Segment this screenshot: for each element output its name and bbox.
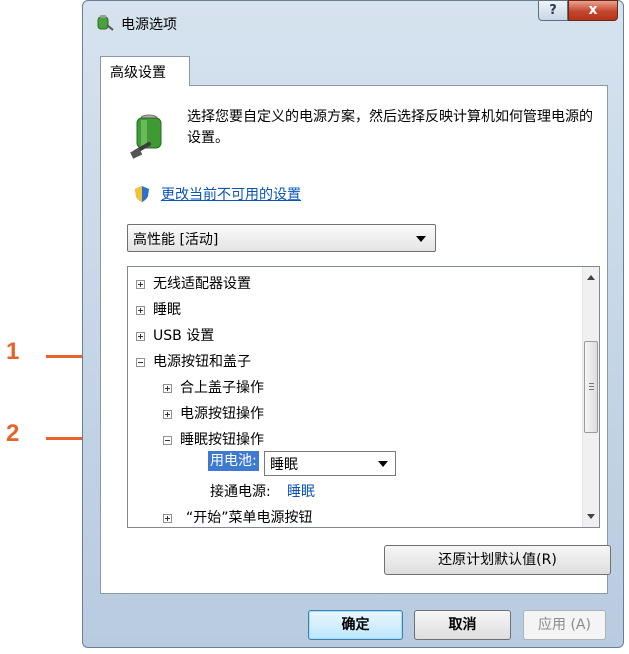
cancel-button[interactable]: 取消 [414, 610, 511, 640]
apply-button[interactable]: 应用 (A) [523, 610, 606, 640]
power-plan-value: 高性能 [活动] [133, 232, 219, 248]
intro-text: 选择您要自定义的电源方案，然后选择反映计算机如何管理电源的设置。 [187, 109, 593, 146]
power-options-window: 电源选项 ? x 高级设置 选择您要自定义的电源方案，然后选择反映计算机如何管理… [82, 0, 624, 648]
expand-icon[interactable] [163, 410, 172, 419]
ok-button[interactable]: 确定 [308, 610, 403, 640]
chevron-down-icon [378, 461, 388, 467]
expand-icon[interactable] [136, 306, 145, 315]
expand-icon[interactable] [136, 332, 145, 341]
change-settings-link[interactable]: 更改当前不可用的设置 [161, 184, 301, 204]
expand-icon[interactable] [136, 280, 145, 289]
expand-icon[interactable] [163, 384, 172, 393]
expand-icon[interactable] [163, 514, 172, 523]
scroll-down-icon[interactable] [587, 514, 595, 519]
on-battery-label: 用电池: [208, 451, 259, 471]
collapse-icon[interactable] [163, 436, 172, 445]
window-title: 电源选项 [121, 17, 177, 33]
plugged-in-label: 接通电源: [210, 484, 271, 500]
settings-tree[interactable]: 无线适配器设置 睡眠 USB 设置 电源按钮和盖子 合上盖子操作 电源按钮操作 [127, 266, 600, 528]
scroll-up-icon[interactable] [587, 275, 595, 280]
tab-advanced-settings[interactable]: 高级设置 [100, 56, 190, 86]
battery-plug-icon [130, 114, 162, 159]
scrollbar-thumb[interactable] [584, 341, 598, 433]
tree-scrollbar[interactable] [582, 267, 599, 527]
close-button[interactable]: x [568, 0, 618, 21]
power-plan-select[interactable]: 高性能 [活动] [127, 224, 436, 252]
restore-defaults-button[interactable]: 还原计划默认值(R) [384, 545, 611, 575]
callout-number-2: 2 [6, 420, 20, 447]
on-battery-select[interactable]: 睡眠 [264, 451, 396, 476]
help-button[interactable]: ? [538, 0, 568, 21]
uac-shield-icon [135, 186, 149, 202]
advanced-settings-panel: 选择您要自定义的电源方案，然后选择反映计算机如何管理电源的设置。 更改当前不可用… [100, 85, 611, 594]
on-battery-value: 睡眠 [270, 457, 298, 473]
power-options-icon [97, 15, 114, 31]
chevron-down-icon [416, 236, 426, 242]
collapse-icon[interactable] [136, 358, 145, 367]
callout-number-1: 1 [6, 338, 20, 365]
plugged-in-value[interactable]: 睡眠 [287, 481, 315, 501]
